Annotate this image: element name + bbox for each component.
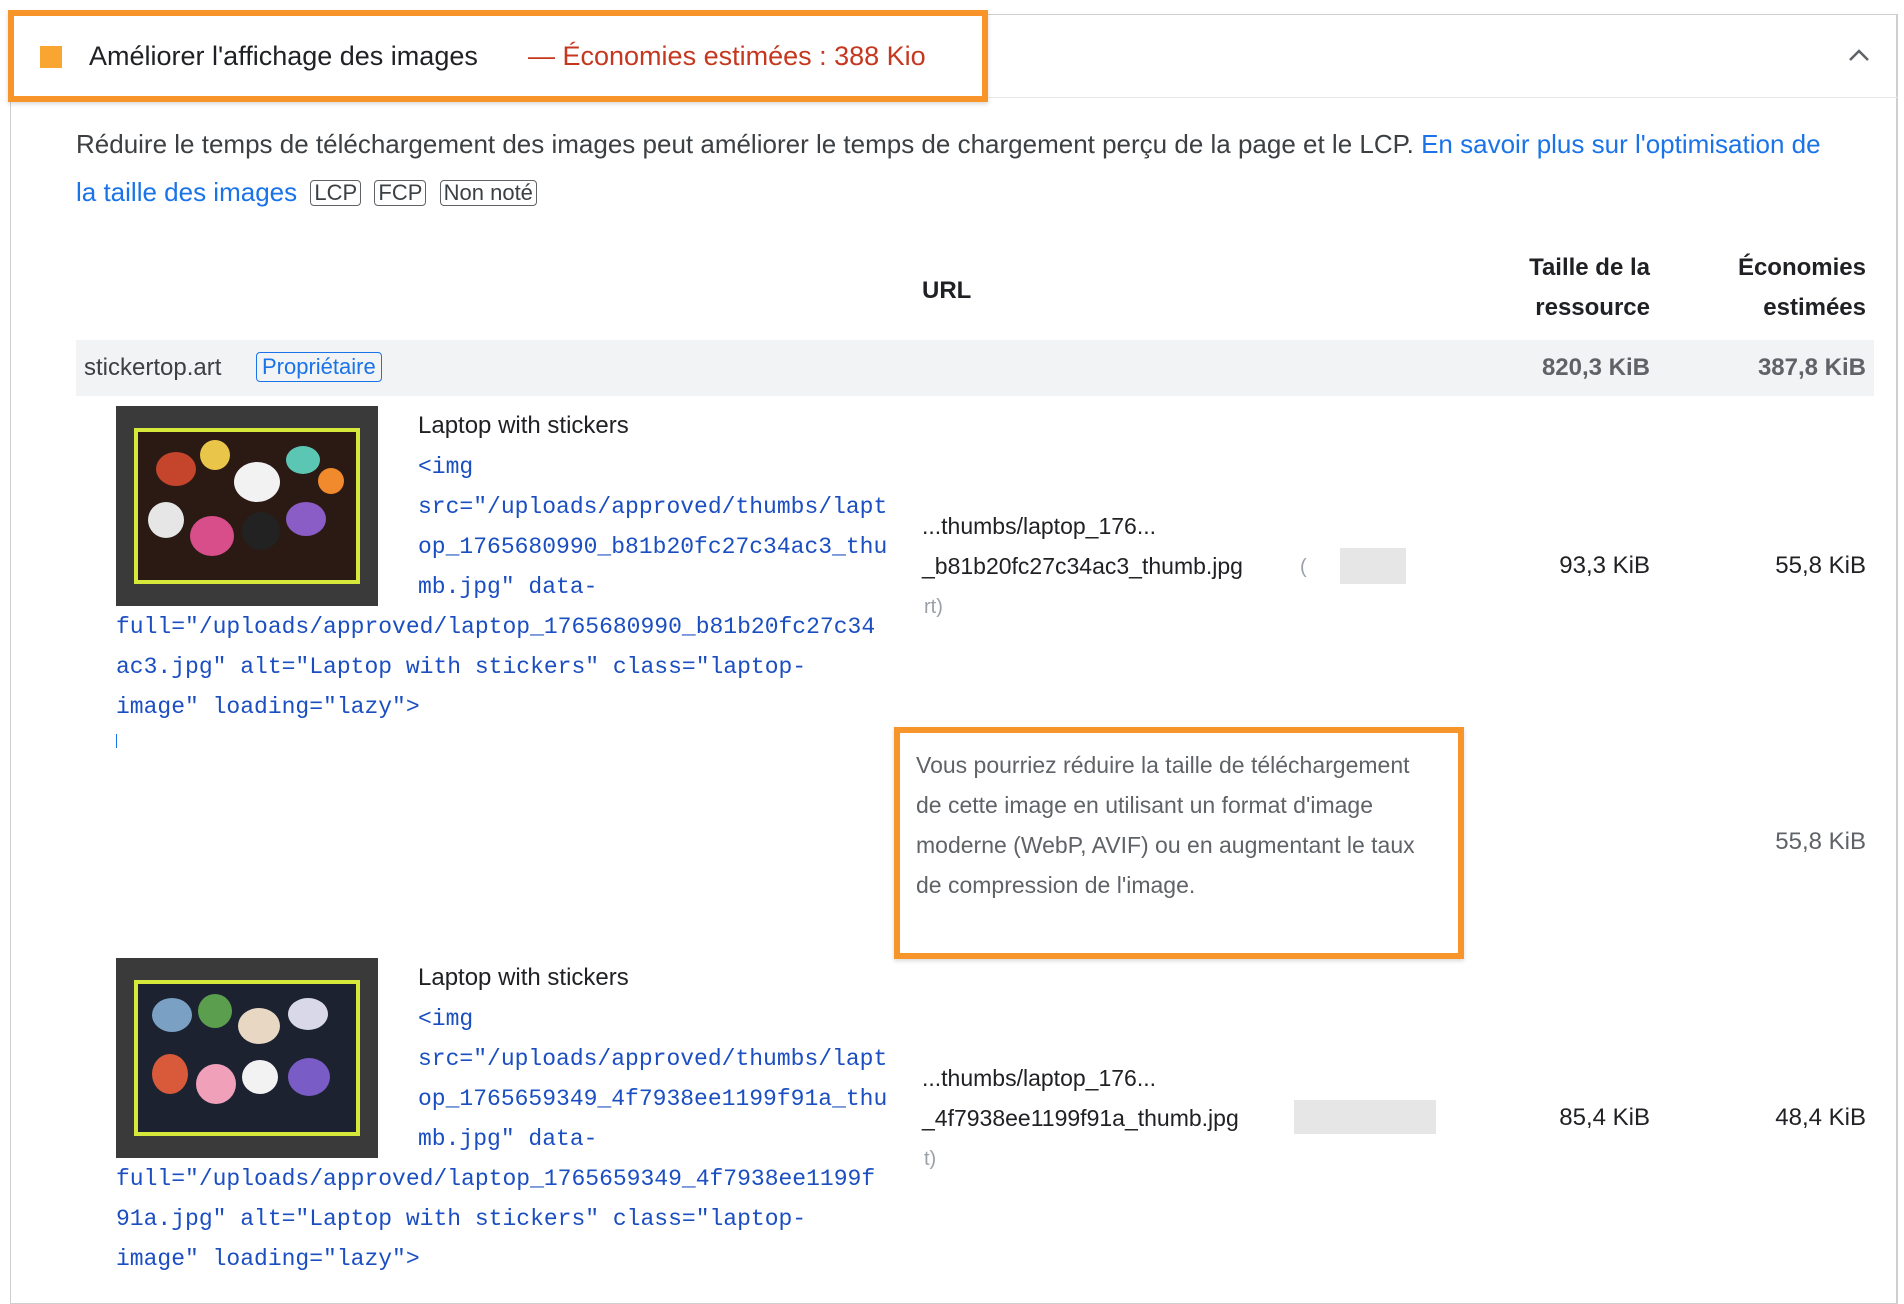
thumbnail-frame: [134, 428, 360, 584]
audit-savings: — Économies estimées : 388 Kio: [528, 41, 926, 71]
sticker-shape: [242, 512, 280, 550]
code-snippet-line: full="/uploads/approved/laptop_176568099…: [116, 614, 876, 640]
code-snippet-line: 91a.jpg" alt="Laptop with stickers" clas…: [116, 1206, 807, 1232]
code-snippet-line: src="/uploads/approved/thumbs/lapt: [418, 494, 888, 520]
warning-square-icon: [40, 46, 62, 68]
description-text: Réduire le temps de téléchargement des i…: [76, 129, 1414, 159]
code-snippet-line: <img: [418, 454, 474, 480]
sticker-shape: [286, 502, 326, 536]
sticker-shape: [200, 440, 230, 470]
sticker-shape: [288, 998, 328, 1030]
sticker-shape: [238, 1008, 280, 1044]
group-savings: 387,8 KiB: [1757, 354, 1866, 381]
sticker-shape: [152, 998, 192, 1032]
column-header-size-line1: Taille de la: [1529, 254, 1650, 281]
estimated-savings: 55,8 KiB: [1775, 552, 1866, 579]
code-snippet-line: image" loading="lazy">: [116, 694, 420, 720]
sticker-shape: [286, 446, 320, 474]
blurred-area: [1340, 548, 1406, 584]
subitem-savings: 55,8 KiB: [1775, 828, 1866, 855]
code-snippet-line: ac3.jpg" alt="Laptop with stickers" clas…: [116, 654, 807, 680]
column-header-savings-line1: Économies: [1737, 254, 1866, 281]
image-thumbnail[interactable]: [116, 958, 378, 1158]
code-snippet-line: mb.jpg" data-: [418, 1126, 598, 1152]
url-line-2[interactable]: _b81b20fc27c34ac3_thumb.jpg: [922, 546, 1243, 586]
code-snippet-line: full="/uploads/approved/laptop_176565934…: [116, 1166, 876, 1192]
estimated-savings: 48,4 KiB: [1775, 1104, 1866, 1131]
tag-lcp: LCP: [310, 180, 362, 206]
sticker-shape: [242, 1060, 278, 1094]
origin-name: stickertop.art: [84, 354, 222, 381]
node-label: Laptop with stickers: [418, 964, 629, 991]
sticker-shape: [148, 502, 184, 538]
audit-title: Améliorer l'affichage des images: [89, 41, 478, 71]
sticker-shape: [234, 462, 280, 502]
column-header-savings-line2: estimées: [1763, 294, 1866, 321]
sticker-shape: [152, 1054, 188, 1094]
sticker-shape: [196, 1064, 236, 1104]
blurred-area: [1294, 1100, 1436, 1134]
code-snippet-line: op_1765680990_b81b20fc27c34ac3_thu: [418, 534, 888, 560]
code-snippet-line: op_1765659349_4f7938ee1199f91a_thu: [418, 1086, 888, 1112]
audit-description: Réduire le temps de téléchargement des i…: [76, 120, 1826, 216]
column-header-size-line2: ressource: [1535, 294, 1650, 321]
url-line-2[interactable]: _4f7938ee1199f91a_thumb.jpg: [922, 1098, 1239, 1138]
chevron-up-icon[interactable]: [1844, 40, 1874, 70]
sticker-shape: [190, 516, 234, 556]
text-cursor: [116, 734, 117, 748]
resource-size: 85,4 KiB: [1559, 1104, 1650, 1131]
thumbnail-frame: [134, 980, 360, 1136]
column-header-savings: Économies estimées: [1700, 248, 1866, 328]
column-header-url: URL: [922, 277, 972, 304]
sticker-shape: [198, 994, 232, 1028]
code-snippet-line: <img: [418, 1006, 474, 1032]
owner-badge: Propriétaire: [256, 352, 382, 382]
node-label: Laptop with stickers: [418, 412, 629, 439]
sticker-shape: [156, 452, 196, 486]
resource-size: 93,3 KiB: [1559, 552, 1650, 579]
url-paren: (: [1300, 556, 1307, 578]
code-snippet-line: image" loading="lazy">: [116, 1246, 420, 1272]
image-thumbnail[interactable]: [116, 406, 378, 606]
sticker-shape: [318, 468, 344, 494]
group-size: 820,3 KiB: [1541, 354, 1650, 381]
url-sub-text: t): [924, 1148, 937, 1170]
url-line-1[interactable]: ...thumbs/laptop_176...: [922, 506, 1156, 546]
url-line-1[interactable]: ...thumbs/laptop_176...: [922, 1058, 1156, 1098]
tag-fcp: FCP: [374, 180, 427, 206]
origin-group-row: stickertop.art Propriétaire 820,3 KiB 38…: [76, 340, 1874, 396]
code-snippet-line: mb.jpg" data-: [418, 574, 598, 600]
subitem-note: Vous pourriez réduire la taille de téléc…: [916, 752, 1415, 898]
sticker-shape: [288, 1058, 330, 1096]
code-snippet-line: src="/uploads/approved/thumbs/lapt: [418, 1046, 888, 1072]
url-sub-text: rt): [924, 596, 943, 618]
tag-non-note: Non noté: [439, 180, 537, 206]
column-header-size: Taille de la ressource: [1500, 248, 1650, 328]
highlight-box-note: Vous pourriez réduire la taille de téléc…: [894, 727, 1464, 959]
